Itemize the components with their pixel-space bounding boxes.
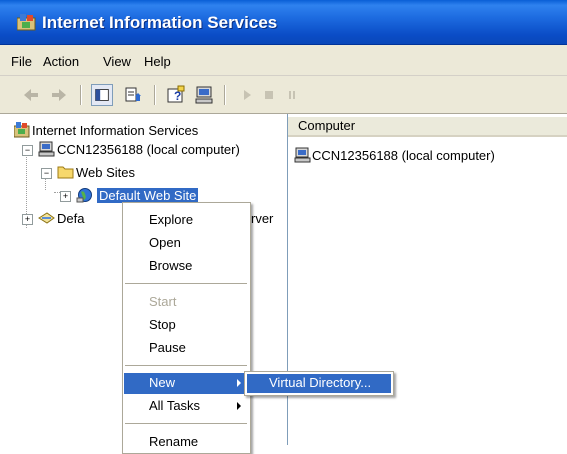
iis-icon <box>14 122 30 138</box>
window-title: Internet Information Services <box>42 13 278 32</box>
menu-item-label: Browse <box>149 258 193 273</box>
pause-icon[interactable] <box>281 84 303 106</box>
stop-icon[interactable] <box>258 84 280 106</box>
export-list-icon[interactable] <box>122 84 144 106</box>
menu-item-label: New <box>149 375 176 390</box>
tree-node-label: Internet Information Services <box>32 123 199 138</box>
tree-node-web-sites[interactable]: − Web Sites <box>41 164 241 182</box>
back-arrow-icon[interactable] <box>20 84 42 106</box>
menu-item-label: Start <box>149 294 177 309</box>
tree-node-iis-root[interactable]: Internet Information Services <box>14 122 284 140</box>
tree-node-label: Defa <box>57 211 85 226</box>
menu-item-explore[interactable]: Explore <box>124 210 249 231</box>
help-icon[interactable]: ? <box>165 84 187 106</box>
menu-item-all-tasks[interactable]: All Tasks <box>124 396 249 417</box>
computer-icon <box>294 147 311 163</box>
menu-view[interactable]: View <box>103 54 131 69</box>
show-hide-tree-icon[interactable] <box>91 84 113 106</box>
menu-item-stop[interactable]: Stop <box>124 315 249 336</box>
submenu-arrow-icon <box>237 379 241 387</box>
menu-item-browse[interactable]: Browse <box>124 256 249 277</box>
menu-item-start: Start <box>124 292 249 313</box>
menu-item-virtual-directory[interactable]: Virtual Directory... <box>247 374 391 393</box>
expand-icon[interactable]: + <box>22 214 33 225</box>
collapse-icon[interactable]: − <box>22 145 33 156</box>
tree-node-label: Web Sites <box>76 165 136 180</box>
computer-icon[interactable] <box>193 84 215 106</box>
tree-node-label: rver <box>251 211 274 226</box>
menu-bar: File Action View Help <box>0 45 567 76</box>
menu-separator <box>125 365 247 366</box>
menu-item-label: Open <box>149 235 181 250</box>
menu-separator <box>125 283 247 284</box>
submenu-arrow-icon <box>237 402 241 410</box>
menu-item-open[interactable]: Open <box>124 233 249 254</box>
menu-item-label: All Tasks <box>149 398 201 413</box>
tree-node-label: Default Web Site <box>95 187 200 204</box>
menu-item-label: Explore <box>149 212 194 227</box>
menu-item-label: Stop <box>149 317 176 332</box>
menu-file[interactable]: File <box>11 54 32 69</box>
play-icon[interactable] <box>236 84 258 106</box>
tree-node-label: CCN12356188 (local computer) <box>57 142 240 157</box>
folder-icon <box>57 166 74 179</box>
toolbar-separator <box>80 85 82 105</box>
title-bar: Internet Information Services <box>0 0 567 45</box>
menu-item-rename[interactable]: Rename <box>124 432 249 453</box>
toolbar: ? <box>0 76 567 114</box>
iis-icon <box>17 14 36 31</box>
expand-icon[interactable]: + <box>60 191 71 202</box>
menu-item-new[interactable]: New <box>124 373 249 394</box>
forward-arrow-icon[interactable] <box>48 84 70 106</box>
toolbar-separator <box>224 85 226 105</box>
toolbar-separator <box>154 85 156 105</box>
globe-icon <box>76 188 92 203</box>
menu-item-label: Rename <box>149 434 199 449</box>
menu-help[interactable]: Help <box>144 54 171 69</box>
tree-node-computer[interactable]: − CCN12356188 (local computer) <box>22 141 284 159</box>
computer-icon <box>38 141 55 157</box>
menu-separator <box>125 423 247 424</box>
mail-icon <box>38 212 55 224</box>
list-item-label: CCN12356188 (local computer) <box>312 148 495 163</box>
menu-action[interactable]: Action <box>43 54 79 69</box>
submenu-new: Virtual Directory... <box>244 371 394 396</box>
collapse-icon[interactable]: − <box>41 168 52 179</box>
context-menu: Explore Open Browse Start Stop Pause New… <box>122 202 251 454</box>
menu-item-label: Pause <box>149 340 186 355</box>
column-header-computer[interactable]: Computer <box>288 117 567 137</box>
menu-item-pause[interactable]: Pause <box>124 338 249 359</box>
